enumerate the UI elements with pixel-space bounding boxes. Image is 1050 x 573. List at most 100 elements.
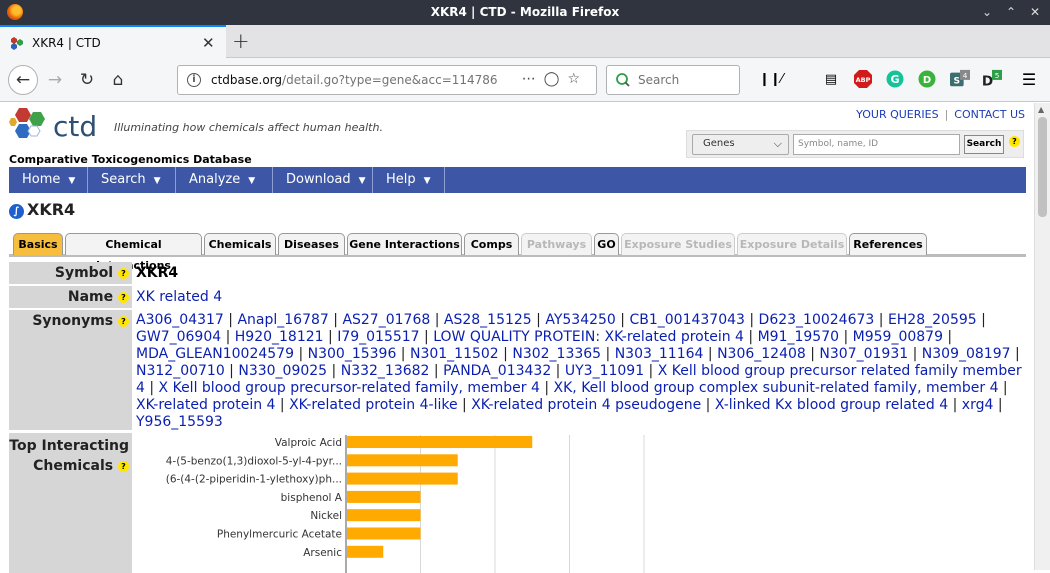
tab-gene-interactions[interactable]: Gene Interactions	[347, 233, 462, 255]
chart-category-label[interactable]: Arsenic	[303, 547, 342, 559]
synonym-link[interactable]: X-linked Kx blood group related 4	[715, 397, 948, 413]
your-queries-link[interactable]: YOUR QUERIES	[856, 108, 938, 121]
info-icon[interactable]: i	[187, 73, 201, 87]
synonym-link[interactable]: N312_00710	[136, 363, 225, 379]
chart-category-label[interactable]: Nickel	[310, 510, 342, 522]
synonym-link[interactable]: N332_13682	[341, 363, 430, 379]
nav-home[interactable]: Home ▼	[9, 167, 88, 193]
synonym-link[interactable]: N303_11164	[615, 346, 704, 362]
synonym-link[interactable]: MDA_GLEAN10024579	[136, 346, 294, 362]
chart-category-label[interactable]: (6-(4-(2-piperidin-1-ylethoxy)ph...	[166, 474, 342, 486]
url-text[interactable]: ctdbase.org/detail.go?type=gene&acc=1147…	[211, 73, 498, 87]
contact-us-link[interactable]: CONTACT US	[954, 108, 1025, 121]
tab-close-icon[interactable]: ✕	[202, 34, 215, 52]
chart-category-label[interactable]: 4-(5-benzo(1,3)dioxol-5-yl-4-pyr...	[166, 455, 342, 467]
synonym-link[interactable]: PANDA_013432	[443, 363, 551, 379]
help-icon[interactable]: ?	[118, 460, 129, 472]
tab-chemicals[interactable]: Chemicals	[204, 233, 276, 255]
synonym-link[interactable]: Y956_15593	[136, 414, 223, 430]
chart-category-label[interactable]: Phenylmercuric Acetate	[217, 529, 342, 541]
synonym-link[interactable]: LOW QUALITY PROTEIN: XK-related protein …	[433, 329, 744, 345]
stylus-extension-icon[interactable]: S4	[950, 69, 970, 89]
extension-d-icon[interactable]: D5	[982, 69, 1002, 89]
chart-category-label[interactable]: bisphenol A	[281, 492, 343, 504]
chart-bar[interactable]	[347, 545, 384, 558]
synonym-link[interactable]: AS27_01768	[342, 312, 430, 328]
synonym-link[interactable]: EH28_20595	[888, 312, 977, 328]
new-tab-icon[interactable]: +	[232, 29, 250, 53]
synonym-link[interactable]: N302_13365	[512, 346, 601, 362]
synonym-link[interactable]: X Kell blood group precursor-related fam…	[159, 380, 540, 396]
nav-analyze[interactable]: Analyze ▼	[176, 167, 273, 193]
tab-references[interactable]: References	[849, 233, 927, 255]
maximize-icon[interactable]: ⌃	[1006, 5, 1016, 19]
synonym-link[interactable]: A306_04317	[136, 312, 224, 328]
tab-comps[interactable]: Comps	[464, 233, 519, 255]
synonym-link[interactable]: UY3_11091	[565, 363, 644, 379]
chart-bar[interactable]	[347, 509, 421, 522]
help-icon[interactable]: ?	[1009, 136, 1020, 147]
chart-bar[interactable]	[347, 527, 421, 540]
tab-basics[interactable]: Basics	[13, 233, 63, 255]
synonym-link[interactable]: XK, Kell blood group complex subunit-rel…	[554, 380, 999, 396]
synonym-link[interactable]: XK-related protein 4	[136, 397, 275, 413]
back-button-icon[interactable]: ←	[8, 65, 38, 95]
ctd-logo[interactable]: ctd	[9, 106, 99, 144]
synonym-link[interactable]: AS28_15125	[444, 312, 532, 328]
help-icon[interactable]: ?	[118, 267, 129, 279]
chart-bar[interactable]	[347, 436, 533, 448]
synonym-link[interactable]: GW7_06904	[136, 329, 221, 345]
reload-icon[interactable]: ↻	[72, 65, 102, 95]
library-icon[interactable]: ❙❙⁄	[759, 69, 783, 89]
synonym-link[interactable]: xrg4	[962, 397, 994, 413]
forward-button-icon[interactable]: →	[40, 65, 70, 95]
page-actions-icon[interactable]: ⋯◯☆	[522, 71, 588, 87]
synonym-link[interactable]: AY534250	[545, 312, 616, 328]
tab-chemical-interactions[interactable]: Chemical Interactions	[65, 233, 202, 272]
synonym-link[interactable]: XK-related protein 4-like	[289, 397, 458, 413]
scroll-up-icon[interactable]: ▲	[1038, 105, 1044, 114]
synonym-link[interactable]: N330_09025	[238, 363, 327, 379]
tab-diseases[interactable]: Diseases	[278, 233, 345, 255]
synonym-link[interactable]: I79_015517	[337, 329, 419, 345]
scrollbar-thumb[interactable]	[1038, 117, 1047, 217]
synonym-link[interactable]: N301_11502	[410, 346, 499, 362]
synonym-link[interactable]: CB1_001437043	[629, 312, 744, 328]
chart-bar[interactable]	[347, 472, 458, 485]
browser-tab[interactable]: XKR4 | CTD ✕	[0, 25, 226, 58]
synonym-link[interactable]: N306_12408	[717, 346, 806, 362]
reader-view-icon[interactable]: ▤	[821, 69, 841, 89]
hamburger-menu-icon[interactable]: ☰	[1019, 69, 1039, 89]
search-type-select[interactable]: Genes ⌵	[692, 134, 789, 155]
search-button[interactable]: Search	[964, 135, 1004, 154]
name-value[interactable]: XK related 4	[136, 289, 222, 306]
synonym-link[interactable]: M91_19570	[758, 329, 839, 345]
synonym-link[interactable]: N307_01931	[819, 346, 908, 362]
chart-bar[interactable]	[347, 454, 458, 467]
chart-bar[interactable]	[347, 490, 421, 503]
tab-go[interactable]: GO	[594, 233, 619, 255]
help-icon[interactable]: ?	[118, 315, 129, 327]
synonym-link[interactable]: M959_00879	[853, 329, 943, 345]
home-icon[interactable]: ⌂	[103, 65, 133, 95]
adblock-plus-icon[interactable]: ABP	[853, 69, 873, 89]
page-scrollbar[interactable]: ▲	[1034, 103, 1050, 570]
synonym-link[interactable]: H920_18121	[235, 329, 324, 345]
browser-search-bar[interactable]: Search	[606, 65, 740, 95]
grammarly-icon[interactable]: G	[885, 69, 905, 89]
nav-help[interactable]: Help ▼	[373, 167, 445, 193]
synonym-link[interactable]: XK-related protein 4 pseudogene	[471, 397, 701, 413]
synonym-link[interactable]: D623_10024673	[759, 312, 875, 328]
synonym-link[interactable]: Anapl_16787	[237, 312, 328, 328]
nav-search[interactable]: Search ▼	[88, 167, 176, 193]
url-bar[interactable]: i ctdbase.org/detail.go?type=gene&acc=11…	[177, 65, 597, 95]
minimize-icon[interactable]: ⌄	[982, 5, 992, 19]
help-icon[interactable]: ?	[118, 291, 129, 303]
chart-category-label[interactable]: Valproic Acid	[275, 437, 342, 449]
synonym-link[interactable]: N300_15396	[308, 346, 397, 362]
close-window-icon[interactable]: ✕	[1030, 5, 1040, 19]
extension-green-icon[interactable]: D	[917, 69, 937, 89]
nav-download[interactable]: Download ▼	[273, 167, 373, 193]
synonym-link[interactable]: N309_08197	[922, 346, 1011, 362]
search-input[interactable]: Symbol, name, ID	[793, 134, 960, 155]
